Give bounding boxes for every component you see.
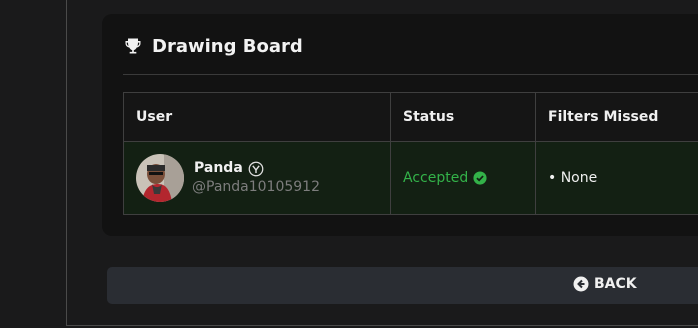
- card-header: Drawing Board: [123, 34, 303, 58]
- user-cell: Panda @Panda10105912: [123, 141, 391, 215]
- table-header-row: User Status Filters Missed: [123, 92, 698, 142]
- page: Drawing Board User Status Filters Missed: [0, 0, 698, 328]
- status-badge: Accepted: [403, 170, 523, 186]
- user-name-label: Panda: [194, 160, 243, 176]
- status-label: Accepted: [403, 170, 469, 186]
- header-user: User: [123, 92, 391, 142]
- verified-badge-icon: [248, 161, 264, 176]
- check-circle-icon: [473, 171, 487, 185]
- trophy-icon: [125, 38, 141, 54]
- avatar[interactable]: [136, 154, 184, 202]
- header-divider: [123, 74, 698, 75]
- header-filters-missed: Filters Missed: [535, 92, 698, 142]
- user-name[interactable]: Panda: [192, 159, 320, 178]
- results-table: User Status Filters Missed Panda @Panda1…: [123, 92, 698, 215]
- header-status: Status: [390, 92, 536, 142]
- user-handle: @Panda10105912: [192, 179, 320, 195]
- filters-missed-cell: • None: [535, 141, 698, 215]
- arrow-left-circle-icon: [573, 276, 589, 292]
- table-row: Panda @Panda10105912 Accepted • None: [123, 141, 698, 215]
- filters-missed-value: • None: [548, 170, 598, 186]
- back-label: BACK: [594, 276, 637, 292]
- card-title: Drawing Board: [152, 35, 303, 57]
- back-button[interactable]: BACK: [107, 267, 698, 304]
- avatar-image: [136, 154, 184, 202]
- status-cell: Accepted: [390, 141, 536, 215]
